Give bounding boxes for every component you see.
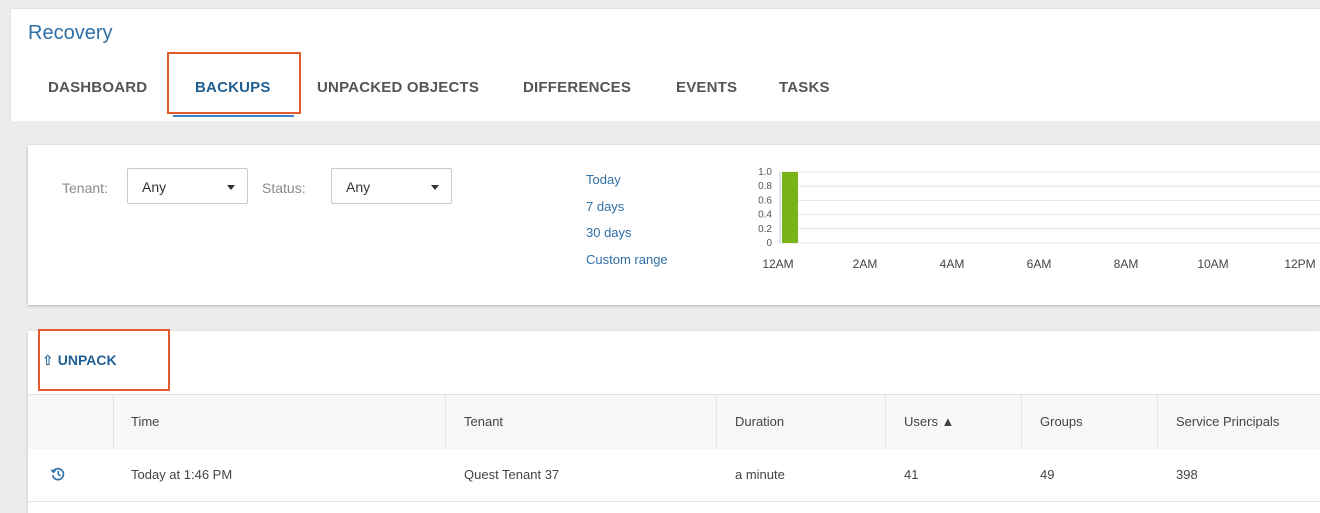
- header-panel: Recovery DASHBOARD BACKUPS UNPACKED OBJE…: [10, 8, 1320, 121]
- chart-x-tick-label: 2AM: [853, 257, 878, 271]
- chart-y-tick-label: 0.2: [758, 224, 772, 235]
- column-header-time[interactable]: Time: [131, 414, 159, 429]
- chart-x-tick-label: 4AM: [940, 257, 965, 271]
- tab-differences[interactable]: DIFFERENCES: [523, 79, 631, 96]
- chart-y-tick-label: 1.0: [758, 167, 772, 178]
- tenant-label: Tenant:: [62, 180, 108, 196]
- range-30-days-link[interactable]: 30 days: [586, 225, 632, 240]
- chart-y-tick-label: 0.6: [758, 195, 772, 206]
- status-select-value: Any: [346, 179, 371, 195]
- unpack-button[interactable]: ⇧ UNPACK: [42, 352, 117, 369]
- chart-y-tick-label: 0.8: [758, 181, 772, 192]
- range-custom-link[interactable]: Custom range: [586, 252, 668, 267]
- chart-x-tick-label: 6AM: [1027, 257, 1052, 271]
- row-service-principals: 398: [1176, 467, 1198, 482]
- chart-x-tick-label: 12AM: [762, 257, 793, 271]
- table-header: Time Tenant Duration Users ▲ Groups Serv…: [28, 394, 1320, 450]
- backups-chart: 1.0 0.8 0.6 0.4 0.2 0 12AM 2AM 4AM 6AM 8AM 10AM 12PM: [728, 163, 1320, 278]
- tab-events[interactable]: EVENTS: [676, 79, 737, 96]
- page-title: Recovery: [28, 22, 113, 44]
- filter-panel: Tenant: Any Status: Any Today 7 days 30 …: [28, 145, 1320, 305]
- chevron-down-icon: [227, 185, 235, 190]
- column-separator: [113, 395, 114, 449]
- column-separator: [885, 395, 886, 449]
- chart-x-tick-label: 10AM: [1197, 257, 1228, 271]
- chart-y-tick-label: 0: [766, 238, 772, 249]
- chart-bar[interactable]: [782, 172, 798, 243]
- table-row[interactable]: Today at 1:46 PM Quest Tenant 37 a minut…: [28, 449, 1320, 502]
- row-groups: 49: [1040, 467, 1055, 482]
- row-duration: a minute: [735, 467, 785, 482]
- column-separator: [716, 395, 717, 449]
- row-time: Today at 1:46 PM: [131, 467, 233, 482]
- upload-icon: ⇧: [42, 352, 54, 368]
- row-users: 41: [904, 467, 919, 482]
- unpack-button-label: UNPACK: [57, 352, 117, 368]
- tenant-select-value: Any: [142, 179, 167, 195]
- column-header-service-principals[interactable]: Service Principals: [1176, 414, 1279, 429]
- column-header-duration[interactable]: Duration: [735, 414, 784, 429]
- column-separator: [445, 395, 446, 449]
- column-separator: [1157, 395, 1158, 449]
- column-header-tenant[interactable]: Tenant: [464, 414, 503, 429]
- chart-x-tick-label: 8AM: [1114, 257, 1139, 271]
- column-header-users[interactable]: Users ▲: [904, 414, 954, 429]
- tab-unpacked-objects[interactable]: UNPACKED OBJECTS: [317, 79, 479, 96]
- tab-dashboard[interactable]: DASHBOARD: [48, 79, 147, 96]
- chevron-down-icon: [431, 185, 439, 190]
- row-tenant: Quest Tenant 37: [464, 467, 560, 482]
- tenant-select[interactable]: Any: [127, 168, 248, 204]
- column-separator: [1021, 395, 1022, 449]
- chart-x-tick-label: 12PM: [1284, 257, 1315, 271]
- tab-tasks[interactable]: TASKS: [779, 79, 830, 96]
- status-label: Status:: [262, 180, 306, 196]
- active-tab-indicator: [173, 115, 294, 117]
- status-select[interactable]: Any: [331, 168, 452, 204]
- column-header-groups[interactable]: Groups: [1040, 414, 1083, 429]
- range-7-days-link[interactable]: 7 days: [586, 199, 624, 214]
- tab-backups[interactable]: BACKUPS: [195, 79, 271, 96]
- backups-grid-panel: ⇧ UNPACK Time Tenant Duration Users ▲ Gro…: [28, 331, 1320, 513]
- chart-y-tick-label: 0.4: [758, 210, 772, 221]
- restore-history-icon[interactable]: [50, 466, 66, 482]
- range-today-link[interactable]: Today: [586, 172, 621, 187]
